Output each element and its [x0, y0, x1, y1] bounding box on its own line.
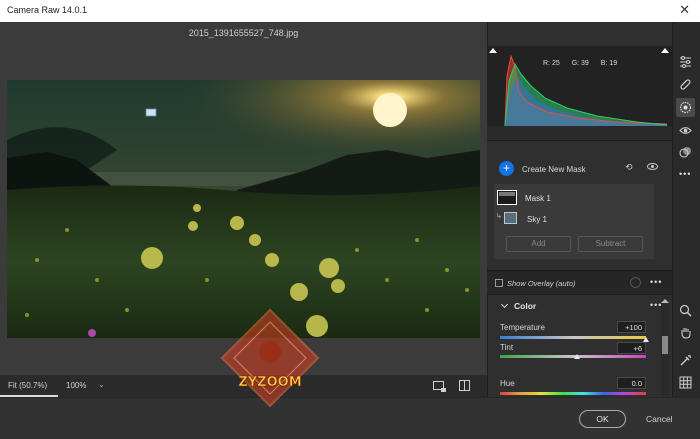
grid-icon[interactable] [679, 376, 692, 389]
photo-preview[interactable] [7, 80, 480, 338]
visibility-eye-icon[interactable] [647, 163, 658, 170]
tint-value[interactable]: +6 [617, 342, 646, 354]
temperature-slider[interactable] [500, 336, 646, 339]
zoom-icon[interactable] [679, 304, 692, 317]
eye-icon[interactable] [679, 124, 692, 137]
zoom-100-button[interactable]: 100% [66, 381, 86, 390]
subtract-button[interactable]: Subtract [578, 236, 643, 252]
color-section-title[interactable]: Color [514, 301, 536, 311]
hue-value[interactable]: 0.0 [617, 377, 646, 389]
g-value: G: 39 [571, 60, 589, 67]
reset-icon[interactable]: ⟲ [625, 162, 633, 173]
show-overlay-label[interactable]: Show Overlay (auto) [507, 279, 575, 288]
show-overlay-checkbox[interactable] [495, 279, 503, 287]
overlay-color-swatch[interactable] [630, 277, 641, 288]
tint-label: Tint [500, 343, 514, 352]
ok-button[interactable]: OK [579, 410, 626, 428]
submask-indicator-icon: ↳ [496, 213, 502, 220]
b-value: B: 19 [600, 60, 618, 67]
create-mask-button[interactable]: + [499, 161, 514, 176]
sky-1-label[interactable]: Sky 1 [527, 215, 547, 224]
sliders-icon[interactable] [679, 55, 692, 68]
more-icon[interactable]: ••• [679, 169, 691, 179]
file-name: 2015_1391655527_748.jpg [188, 28, 299, 38]
histogram-footer [487, 126, 672, 141]
zoom-menu-chevron-icon[interactable]: ⌄ [98, 380, 105, 389]
cancel-button[interactable]: Cancel [646, 414, 672, 424]
histogram [487, 46, 672, 127]
highlight-clipping-icon[interactable] [661, 48, 669, 53]
bandage-icon[interactable] [679, 78, 692, 91]
hand-icon[interactable] [679, 326, 692, 339]
r-value: R: 25 [543, 60, 560, 67]
hue-label: Hue [500, 379, 515, 388]
view-mode-icon[interactable] [433, 381, 446, 392]
before-after-icon[interactable] [459, 380, 470, 391]
hue-slider[interactable] [500, 392, 646, 395]
watermark-logo: ZYZOOM [220, 308, 320, 408]
temperature-value[interactable]: +100 [617, 321, 646, 333]
scroll-up-icon[interactable] [661, 299, 669, 303]
overlay-more-icon[interactable]: ••• [650, 277, 662, 287]
add-button[interactable]: Add [506, 236, 571, 252]
tint-slider-handle[interactable] [574, 354, 580, 359]
watermark-text: ZYZOOM [238, 375, 301, 390]
shadow-clipping-icon[interactable] [489, 48, 497, 53]
mask-1-thumbnail[interactable] [497, 190, 517, 205]
presets-icon[interactable] [679, 146, 692, 159]
fit-zoom-button[interactable]: Fit (50.7%) [8, 381, 47, 390]
temperature-label: Temperature [500, 323, 545, 332]
mask-1-label[interactable]: Mask 1 [525, 194, 551, 203]
panel-scrollbar-thumb[interactable] [662, 336, 668, 354]
title-bar: Camera Raw 14.0.1 ✕ [0, 0, 700, 22]
create-mask-label[interactable]: Create New Mask [522, 165, 586, 174]
mask-icon[interactable] [679, 101, 692, 114]
close-window-button[interactable]: ✕ [679, 2, 690, 18]
dialog-footer: OK Cancel [0, 397, 700, 439]
eyedropper-icon[interactable] [679, 354, 692, 367]
sky-1-thumbnail[interactable] [504, 212, 517, 224]
rgb-readout: R: 25 G: 39 B: 19 [543, 60, 627, 67]
tint-slider[interactable] [500, 355, 646, 358]
window-title: Camera Raw 14.0.1 [7, 5, 88, 15]
